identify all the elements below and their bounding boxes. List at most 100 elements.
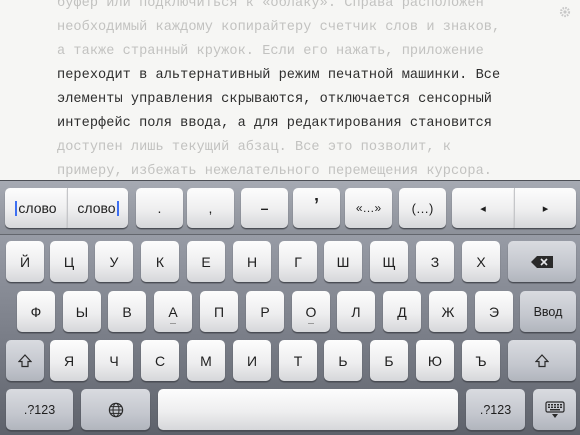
space-key[interactable] [158, 389, 458, 430]
period-label: . [157, 200, 162, 216]
apostrophe-key[interactable]: ’ [293, 188, 340, 228]
parens-key[interactable]: (…) [399, 188, 446, 228]
key-letter[interactable]: Ь [324, 340, 362, 381]
extra-keys-row: слово слово . , – ’ «…» (…) ◂ ▸ [0, 181, 580, 235]
key-letter[interactable]: Ы [63, 291, 101, 332]
home-key-marker [308, 323, 314, 324]
shift-icon [18, 353, 32, 368]
shift-right-key[interactable] [508, 340, 576, 381]
key-letter[interactable]: П [200, 291, 238, 332]
key-label: Р [260, 303, 270, 320]
key-label: Ь [338, 352, 348, 369]
key-letter[interactable]: Ч [95, 340, 133, 381]
word-right-key[interactable]: слово [67, 188, 128, 228]
key-letter[interactable]: У [95, 241, 133, 282]
document-area[interactable]: буфер или подключиться к «облаку». Справ… [0, 0, 580, 180]
doc-line: примеру, избежать нежелательного перемещ… [57, 164, 493, 179]
shift-icon [535, 353, 549, 368]
doc-line-active: элементы управления скрываются, отключае… [57, 92, 493, 107]
key-label: Ю [427, 352, 443, 369]
word-right-label: слово [77, 200, 116, 216]
backspace-key[interactable] [508, 241, 576, 282]
globe-key[interactable] [81, 389, 150, 430]
key-letter[interactable]: Й [6, 241, 44, 282]
key-label: Т [293, 352, 303, 369]
comma-key[interactable]: , [187, 188, 234, 228]
numbers-left-key[interactable]: .?123 [6, 389, 73, 430]
numbers-right-key[interactable]: .?123 [466, 389, 525, 430]
key-label: Ц [63, 253, 75, 270]
cursor-marker [116, 201, 119, 216]
key-letter[interactable]: С [141, 340, 179, 381]
return-key[interactable]: Ввод [520, 291, 576, 332]
word-left-key[interactable]: слово [5, 188, 67, 228]
key-label: Ф [30, 303, 42, 320]
home-key-marker [170, 323, 176, 324]
gear-icon[interactable] [559, 6, 571, 18]
key-label: П [213, 303, 225, 320]
key-label: Н [246, 253, 258, 270]
key-letter[interactable]: Е [187, 241, 225, 282]
key-letter[interactable]: А [154, 291, 192, 332]
key-label: Б [384, 352, 394, 369]
key-letter[interactable]: Р [246, 291, 284, 332]
key-label: Щ [382, 253, 396, 270]
key-label: Ы [75, 303, 89, 320]
apostrophe-label: ’ [313, 194, 319, 215]
key-label: И [246, 352, 258, 369]
key-label: К [155, 253, 165, 270]
doc-line: буфер или подключиться к «облаку». Справ… [57, 0, 484, 11]
backspace-icon [531, 255, 553, 268]
key-letter[interactable]: Ю [416, 340, 454, 381]
key-letter[interactable]: Л [337, 291, 375, 332]
keyboard-hide-icon [544, 400, 565, 419]
key-label: Д [397, 303, 407, 320]
guillemets-label: «…» [355, 201, 382, 215]
key-label: Э [488, 303, 500, 320]
dash-key[interactable]: – [241, 188, 288, 228]
arrow-left-key[interactable]: ◂ [452, 188, 514, 228]
key-label: М [200, 352, 212, 369]
key-label: Е [201, 253, 211, 270]
arrow-right-icon: ▸ [542, 202, 549, 215]
key-letter[interactable]: Б [370, 340, 408, 381]
numbers-label: .?123 [479, 402, 512, 417]
key-label: О [305, 303, 317, 320]
key-letter[interactable]: Ъ [462, 340, 500, 381]
shift-left-key[interactable] [6, 340, 44, 381]
key-label: Х [476, 253, 486, 270]
key-letter[interactable]: Ф [17, 291, 55, 332]
key-letter[interactable]: И [233, 340, 271, 381]
key-letter[interactable]: З [416, 241, 454, 282]
key-letter[interactable]: О [292, 291, 330, 332]
return-label: Ввод [533, 304, 563, 319]
key-label: А [168, 303, 178, 320]
key-letter[interactable]: Щ [370, 241, 408, 282]
key-letter[interactable]: Х [462, 241, 500, 282]
doc-line: необходимый каждому копирайтеру счетчик … [57, 20, 501, 35]
dash-label: – [260, 200, 269, 216]
key-letter[interactable]: Н [233, 241, 271, 282]
key-letter[interactable]: Д [383, 291, 421, 332]
key-letter[interactable]: Э [475, 291, 513, 332]
key-letter[interactable]: Я [50, 340, 88, 381]
key-letter[interactable]: К [141, 241, 179, 282]
key-label: Й [19, 253, 31, 270]
numbers-label: .?123 [23, 402, 56, 417]
key-letter[interactable]: Т [279, 340, 317, 381]
word-left-label: слово [18, 200, 57, 216]
key-letter[interactable]: В [108, 291, 146, 332]
key-letter[interactable]: М [187, 340, 225, 381]
key-label: Ж [441, 303, 455, 320]
arrow-right-key[interactable]: ▸ [514, 188, 576, 228]
hide-keyboard-key[interactable] [533, 389, 576, 430]
key-letter[interactable]: Ж [429, 291, 467, 332]
key-letter[interactable]: Г [279, 241, 317, 282]
doc-line: доступен лишь текущий абзац. Все это поз… [57, 140, 451, 155]
doc-line-active: интерфейс поля ввода, а для редактирован… [57, 116, 493, 131]
guillemets-key[interactable]: «…» [345, 188, 392, 228]
key-label: С [154, 352, 166, 369]
period-key[interactable]: . [136, 188, 183, 228]
key-letter[interactable]: Ц [50, 241, 88, 282]
key-letter[interactable]: Ш [324, 241, 362, 282]
